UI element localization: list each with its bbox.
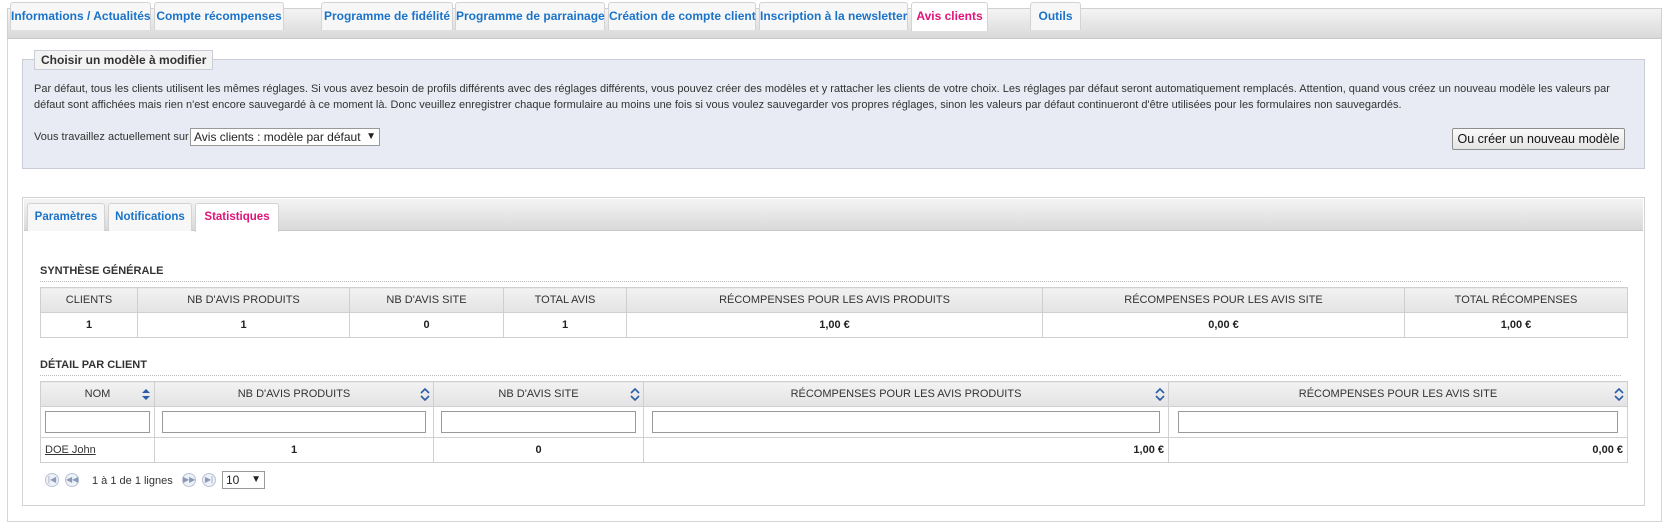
model-select[interactable]: Avis clients : modèle par défaut ▼: [190, 128, 380, 146]
filter-input-nb-avis-site[interactable]: [441, 411, 636, 433]
model-chooser-legend: Choisir un modèle à modifier: [34, 50, 214, 70]
header-label: RÉCOMPENSES POUR LES AVIS SITE: [1298, 388, 1498, 400]
summary-cell: 1: [40, 312, 138, 338]
detail-table: NOM NB D'AVIS PRODUITS NB D'AVIS SITE RÉ…: [40, 381, 1628, 463]
detail-cell: 0: [433, 437, 644, 463]
summary-header: TOTAL AVIS: [503, 287, 627, 313]
prev-page-icon[interactable]: ◀◀: [65, 473, 79, 487]
sortable-header-nb-avis-produits[interactable]: NB D'AVIS PRODUITS: [154, 381, 434, 407]
model-select-value: Avis clients : modèle par défaut: [194, 130, 361, 144]
header-label: NOM: [84, 388, 111, 400]
subtab-statistiques[interactable]: Statistiques: [195, 203, 279, 232]
tab-programme-parrainage[interactable]: Programme de parrainage: [455, 2, 605, 30]
summary-cell: 0,00 €: [1042, 312, 1405, 338]
sort-icon[interactable]: [1614, 388, 1624, 401]
summary-header: CLIENTS: [40, 287, 138, 313]
table-row: 1 1 0 1 1,00 € 0,00 € 1,00 €: [40, 312, 1628, 338]
sort-icon[interactable]: [1155, 388, 1165, 401]
last-page-icon[interactable]: ▶|: [202, 473, 216, 487]
header-label: NB D'AVIS SITE: [498, 388, 579, 400]
sortable-header-recompenses-site[interactable]: RÉCOMPENSES POUR LES AVIS SITE: [1168, 381, 1628, 407]
subtab-notifications[interactable]: Notifications: [108, 203, 192, 231]
page-size-select[interactable]: 10 ▼: [222, 471, 265, 489]
divider: [40, 375, 1621, 376]
tab-informations[interactable]: Informations / Actualités: [10, 2, 151, 30]
filter-input-recompenses-produits[interactable]: [652, 411, 1160, 433]
working-on-label: Vous travaillez actuellement sur: [34, 131, 189, 143]
pager-info: 1 à 1 de 1 lignes: [92, 475, 173, 487]
client-name-link[interactable]: DOE John: [45, 444, 96, 456]
summary-header: RÉCOMPENSES POUR LES AVIS SITE: [1042, 287, 1405, 313]
sort-icon[interactable]: [420, 388, 430, 401]
summary-header: NB D'AVIS PRODUITS: [137, 287, 350, 313]
tab-avis-clients[interactable]: Avis clients: [911, 2, 988, 31]
header-label: NB D'AVIS PRODUITS: [237, 388, 351, 400]
model-chooser-box: [22, 59, 1645, 169]
summary-cell: 1,00 €: [1404, 312, 1628, 338]
summary-title: SYNTHÈSE GÉNÉRALE: [40, 265, 164, 277]
filter-row: [40, 406, 1628, 438]
summary-header: NB D'AVIS SITE: [349, 287, 504, 313]
table-row: DOE John 1 0 1,00 € 0,00 €: [40, 437, 1628, 463]
divider: [40, 281, 1621, 282]
summary-table: CLIENTS NB D'AVIS PRODUITS NB D'AVIS SIT…: [40, 287, 1628, 338]
filter-input-recompenses-site[interactable]: [1178, 411, 1618, 433]
next-page-icon[interactable]: ▶▶: [182, 473, 196, 487]
detail-cell: 1,00 €: [643, 437, 1169, 463]
tab-compte-recompenses[interactable]: Compte récompenses: [154, 2, 284, 30]
chevron-down-icon: ▼: [251, 474, 261, 485]
tab-creation-compte-client[interactable]: Création de compte client: [608, 2, 756, 30]
detail-cell: 1: [154, 437, 434, 463]
detail-cell: 0,00 €: [1168, 437, 1628, 463]
sort-icon[interactable]: [630, 388, 640, 401]
sort-icon[interactable]: [141, 388, 151, 401]
summary-cell: 1: [137, 312, 350, 338]
first-page-icon[interactable]: |◀: [45, 473, 59, 487]
summary-header: TOTAL RÉCOMPENSES: [1404, 287, 1628, 313]
summary-cell: 1,00 €: [626, 312, 1043, 338]
sortable-header-nb-avis-site[interactable]: NB D'AVIS SITE: [433, 381, 644, 407]
header-label: RÉCOMPENSES POUR LES AVIS PRODUITS: [790, 388, 1022, 400]
filter-input-nb-avis-produits[interactable]: [162, 411, 426, 433]
sortable-header-recompenses-produits[interactable]: RÉCOMPENSES POUR LES AVIS PRODUITS: [643, 381, 1169, 407]
tab-programme-fidelite[interactable]: Programme de fidélité: [321, 2, 453, 30]
page-size-value: 10: [226, 473, 240, 487]
chevron-down-icon: ▼: [366, 131, 376, 142]
summary-header: RÉCOMPENSES POUR LES AVIS PRODUITS: [626, 287, 1043, 313]
detail-title: DÉTAIL PAR CLIENT: [40, 359, 147, 371]
sortable-header-nom[interactable]: NOM: [40, 381, 155, 407]
tab-outils[interactable]: Outils: [1030, 2, 1081, 30]
create-model-button[interactable]: Ou créer un nouveau modèle: [1452, 128, 1625, 150]
filter-input-nom[interactable]: [45, 411, 150, 433]
summary-cell: 1: [503, 312, 627, 338]
sub-tab-bar: Paramètres Notifications Statistiques: [24, 199, 1643, 232]
tab-inscription-newsletter[interactable]: Inscription à la newsletter: [759, 2, 908, 30]
subtab-parametres[interactable]: Paramètres: [27, 203, 105, 231]
model-description: Par défaut, tous les clients utilisent l…: [34, 83, 1610, 111]
summary-cell: 0: [349, 312, 504, 338]
